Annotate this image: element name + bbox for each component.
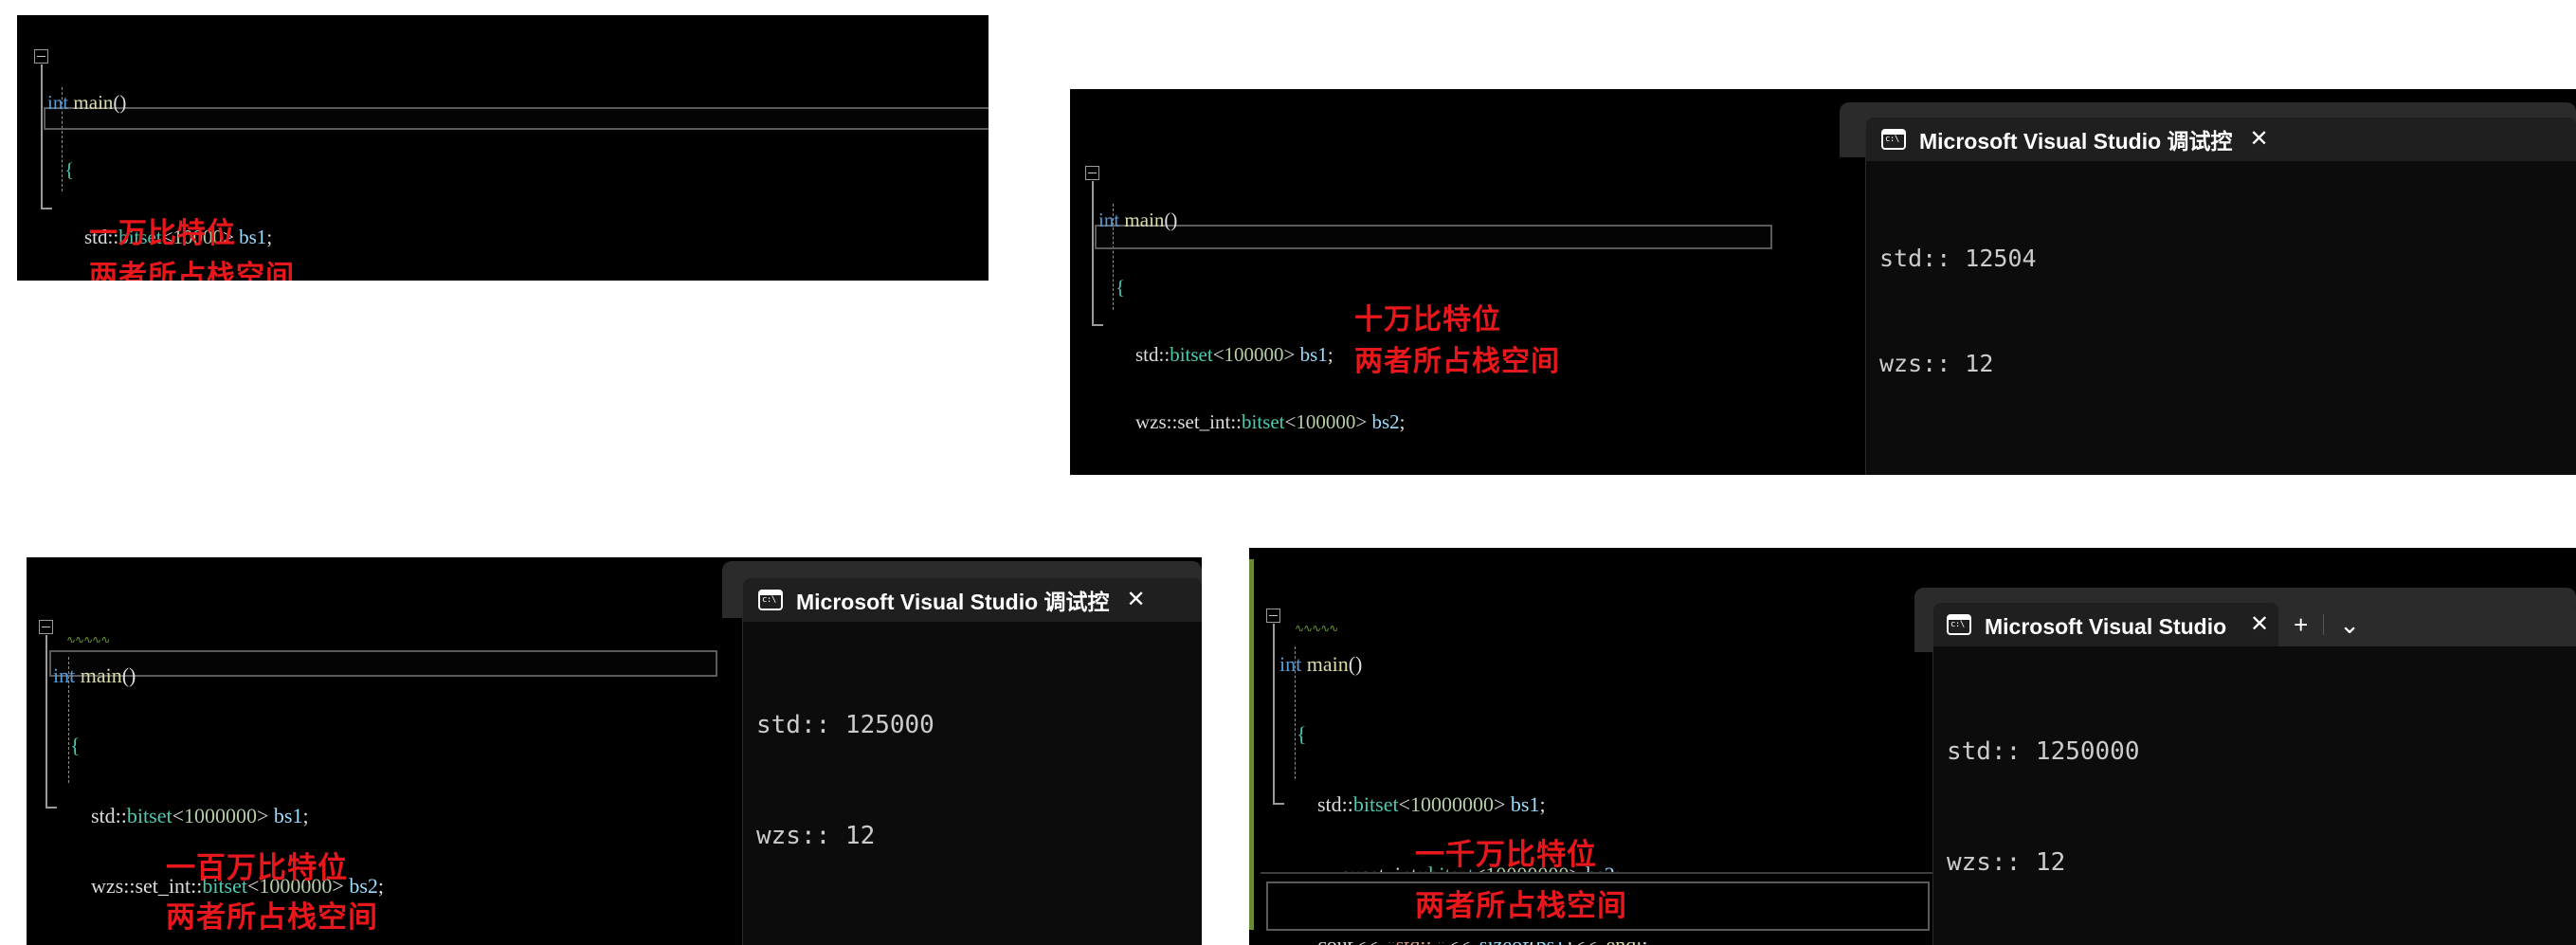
- annotation-bits-3: 一百万比特位: [166, 851, 348, 885]
- console-output-3: std:: 125000 wzs:: 12 C:\Users\23119\Des…: [743, 633, 1202, 945]
- console-window-2[interactable]: c:\ Microsoft Visual Studio 调试控 ✕ std:: …: [1866, 118, 2576, 475]
- console-output-2: std:: 12504 wzs:: 12 C:\Users\23119\Desk…: [1866, 171, 2576, 475]
- console-line-wzs: wzs:: 12: [1947, 848, 2066, 877]
- panel-ten-thousand-bits: int main() { std::bitset<10000> bs1; wzs…: [17, 15, 989, 281]
- modified-lines-gutter: [1249, 559, 1254, 930]
- scope-guide: [41, 64, 43, 209]
- code-editor-1[interactable]: int main() { std::bitset<10000> bs1; wzs…: [17, 15, 989, 281]
- console-title-2: Microsoft Visual Studio 调试控: [1919, 129, 2233, 154]
- console-line-wzs: wzs:: 12: [756, 822, 876, 850]
- annotation-stack-3: 两者所占栈空间: [166, 900, 378, 935]
- console-titlebar-2[interactable]: c:\ Microsoft Visual Studio 调试控 ✕: [1866, 118, 2576, 161]
- panel-ten-million-bits: ∿∿∿∿∿ int main() { std::bitset<10000000>…: [1249, 548, 2576, 945]
- annotation-stack-2: 两者所占栈空间: [1354, 345, 1560, 378]
- console-tab[interactable]: c:\ Microsoft Visual Studio 调试控 ✕: [1933, 603, 2279, 646]
- console-line-std: std:: 1250000: [1947, 737, 2140, 766]
- command-prompt-icon: c:\: [1881, 129, 1906, 150]
- command-prompt-icon: c:\: [1947, 614, 1971, 635]
- code-line: {: [64, 158, 75, 181]
- command-prompt-icon: c:\: [758, 590, 783, 610]
- console-line-blank: [1879, 451, 2576, 475]
- console-title-3: Microsoft Visual Studio 调试控: [796, 590, 1110, 614]
- scope-guide: [1273, 624, 1275, 804]
- new-tab-icon[interactable]: +: [2278, 612, 2323, 637]
- close-icon[interactable]: ✕: [2250, 128, 2269, 151]
- collapse-toggle-icon[interactable]: [39, 620, 53, 634]
- screenshot-collage: int main() { std::bitset<10000> bs1; wzs…: [0, 0, 2576, 945]
- annotation-bits-2: 十万比特位: [1354, 303, 1501, 336]
- collapse-toggle-icon[interactable]: [1266, 609, 1280, 623]
- console-title-4: Microsoft Visual Studio 调试控: [1985, 614, 2233, 639]
- code-line: int main(): [47, 91, 127, 114]
- console-line-std: std:: 125000: [756, 711, 934, 739]
- console-line-wzs: wzs:: 12: [1879, 350, 1994, 377]
- collapse-toggle-icon[interactable]: [34, 49, 48, 64]
- collapse-toggle-icon[interactable]: [1085, 166, 1099, 180]
- close-icon[interactable]: ✕: [1127, 589, 1146, 611]
- scope-guide: [45, 635, 47, 808]
- console-titlebar-4[interactable]: c:\ Microsoft Visual Studio 调试控 ✕ + ⌄: [1933, 603, 2576, 646]
- panel-one-million-bits: ∿∿∿∿∿ int main() { std::bitset<1000000> …: [27, 557, 1202, 945]
- console-line-blank: [756, 929, 1202, 945]
- console-output-4: std:: 1250000 wzs:: 12 C:\Users\23119\De…: [1933, 660, 2576, 945]
- console-window-3[interactable]: c:\ Microsoft Visual Studio 调试控 ✕ std:: …: [743, 578, 1202, 945]
- annotation-bits-4: 一千万比特位: [1415, 838, 1597, 872]
- annotation-stack-1: 两者所占栈空间: [89, 260, 295, 281]
- console-window-4[interactable]: c:\ Microsoft Visual Studio 调试控 ✕ + ⌄ st…: [1933, 603, 2576, 945]
- scope-guide: [1092, 181, 1094, 325]
- annotation-bits-1: 一万比特位: [89, 217, 236, 250]
- panel-hundred-thousand-bits: int main() { std::bitset<100000> bs1; wz…: [1070, 89, 2576, 475]
- console-titlebar-3[interactable]: c:\ Microsoft Visual Studio 调试控 ✕: [743, 578, 1202, 622]
- close-icon[interactable]: ✕: [2250, 613, 2269, 636]
- chevron-down-icon[interactable]: ⌄: [2324, 612, 2375, 637]
- console-line-std: std:: 12504: [1879, 245, 2037, 272]
- annotation-stack-4: 两者所占栈空间: [1415, 889, 1627, 923]
